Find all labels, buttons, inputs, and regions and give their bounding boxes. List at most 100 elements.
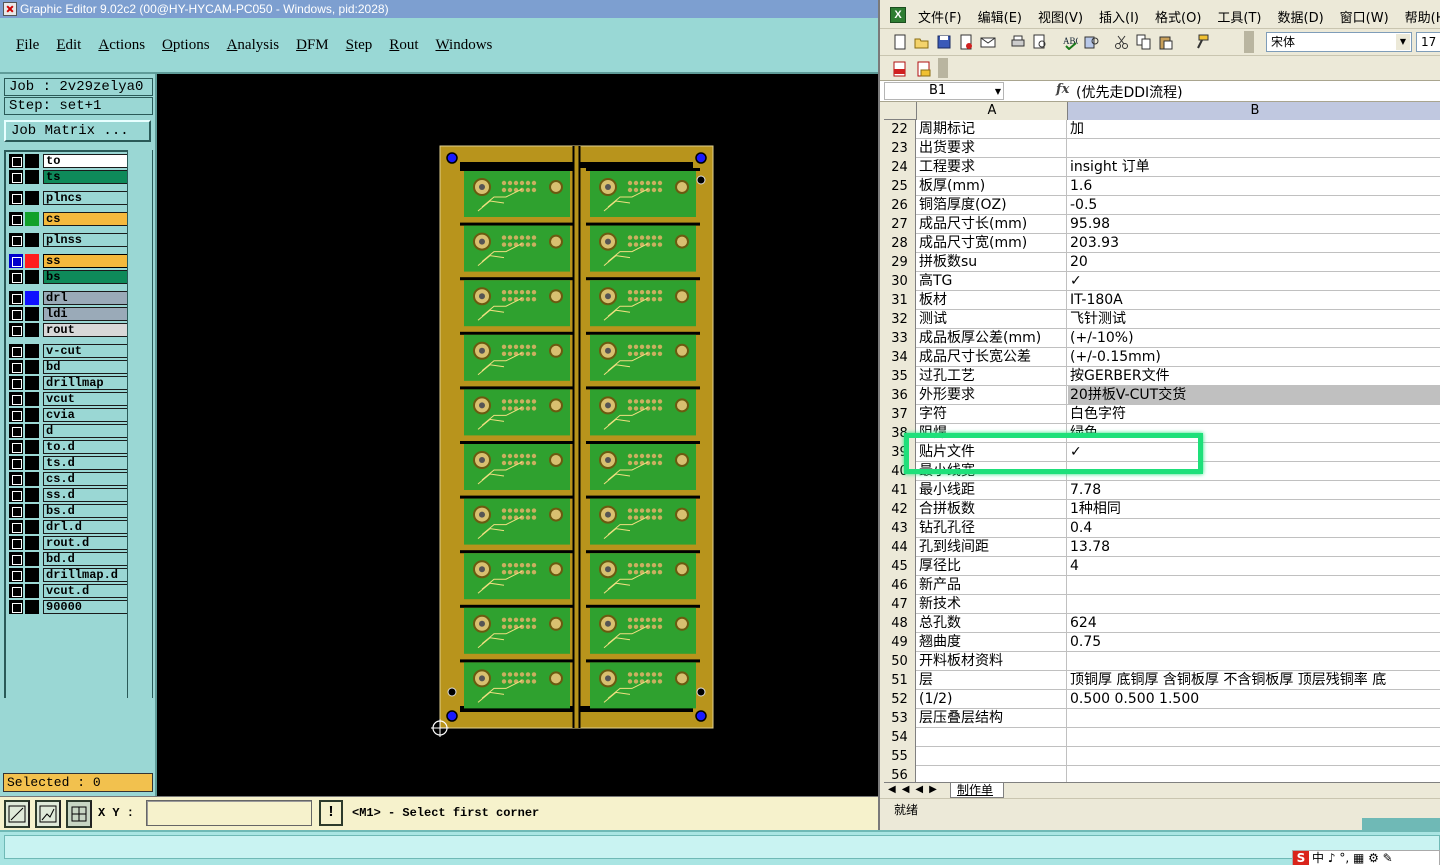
- cell-a[interactable]: 成品尺寸长宽公差: [917, 348, 1067, 367]
- cell-b[interactable]: [1068, 766, 1440, 782]
- layer-checkbox[interactable]: [9, 600, 23, 614]
- cell-b[interactable]: [1068, 139, 1440, 158]
- column-header-b[interactable]: B: [1068, 102, 1440, 120]
- cell-a[interactable]: 总孔数: [917, 614, 1067, 633]
- layer-checkbox[interactable]: [9, 440, 23, 454]
- row-header[interactable]: 31: [884, 291, 916, 310]
- layer-90000[interactable]: 90000: [9, 600, 128, 614]
- cell-b[interactable]: 624: [1068, 614, 1440, 633]
- cut-icon[interactable]: [1114, 34, 1130, 50]
- layer-color-swatch[interactable]: [25, 488, 39, 502]
- select-all-corner[interactable]: [884, 102, 917, 120]
- menu-rout[interactable]: Rout: [389, 37, 435, 54]
- layer-checkbox[interactable]: [9, 191, 23, 205]
- cell-a[interactable]: 字符: [917, 405, 1067, 424]
- toolbar-overflow-handle[interactable]: [1244, 31, 1254, 53]
- graphics-canvas[interactable]: [157, 74, 878, 796]
- copy-icon[interactable]: [1136, 34, 1152, 50]
- row-header[interactable]: 35: [884, 367, 916, 386]
- layer-checkbox[interactable]: [9, 568, 23, 582]
- cell-a[interactable]: 翘曲度: [917, 633, 1067, 652]
- sheet-tab-active[interactable]: 制作单: [950, 783, 1005, 798]
- cell-b[interactable]: IT-180A: [1068, 291, 1440, 310]
- function-icon[interactable]: fx: [1056, 82, 1069, 97]
- layer-checkbox[interactable]: [9, 291, 23, 305]
- row-header[interactable]: 34: [884, 348, 916, 367]
- layer-checkbox[interactable]: [9, 472, 23, 486]
- formula-content[interactable]: (优先走DDI流程): [1076, 82, 1183, 102]
- row-header[interactable]: 52: [884, 690, 916, 709]
- job-matrix-button[interactable]: Job Matrix ...: [4, 120, 151, 142]
- row-header[interactable]: 28: [884, 234, 916, 253]
- cell-a[interactable]: 厚径比: [917, 557, 1067, 576]
- open-icon[interactable]: [914, 34, 930, 50]
- cell-b[interactable]: 白色字符: [1068, 405, 1440, 424]
- layer-checkbox[interactable]: [9, 536, 23, 550]
- print-preview-icon[interactable]: [1032, 34, 1048, 50]
- layer-checkbox[interactable]: [9, 520, 23, 534]
- layer-rout-d[interactable]: rout.d: [9, 536, 128, 550]
- print-icon[interactable]: [1010, 34, 1026, 50]
- layer-checkbox[interactable]: [9, 323, 23, 337]
- cell-b[interactable]: 203.93: [1068, 234, 1440, 253]
- layer-cs-d[interactable]: cs.d: [9, 472, 128, 486]
- layer-ss-d[interactable]: ss.d: [9, 488, 128, 502]
- spelling-icon[interactable]: ABC: [1062, 34, 1078, 50]
- cell-b[interactable]: 0.500 0.500 1.500: [1068, 690, 1440, 709]
- layer-color-swatch[interactable]: [25, 536, 39, 550]
- cell-b[interactable]: 7.78: [1068, 481, 1440, 500]
- layer-vcut[interactable]: vcut: [9, 392, 128, 406]
- row-header[interactable]: 26: [884, 196, 916, 215]
- cell-a[interactable]: 最小线距: [917, 481, 1067, 500]
- row-header[interactable]: 44: [884, 538, 916, 557]
- layer-ts[interactable]: ts: [9, 170, 128, 184]
- sheet-nav-arrows[interactable]: ◀◀◀▶: [888, 784, 943, 795]
- layer-rout[interactable]: rout: [9, 323, 128, 337]
- layer-d[interactable]: d: [9, 424, 128, 438]
- layer-color-swatch[interactable]: [25, 254, 39, 268]
- cell-b[interactable]: -0.5: [1068, 196, 1440, 215]
- layer-color-swatch[interactable]: [25, 360, 39, 374]
- layer-checkbox[interactable]: [9, 154, 23, 168]
- new-icon[interactable]: [892, 34, 908, 50]
- excel-menu-8[interactable]: 帮助(H): [1405, 7, 1440, 26]
- cell-b[interactable]: [1068, 595, 1440, 614]
- row-header[interactable]: 33: [884, 329, 916, 348]
- layer-to-d[interactable]: to.d: [9, 440, 128, 454]
- cell-b[interactable]: [1068, 728, 1440, 747]
- layer-checkbox[interactable]: [9, 344, 23, 358]
- excel-menu-5[interactable]: 工具(T): [1217, 7, 1277, 26]
- layer-checkbox[interactable]: [9, 392, 23, 406]
- pdf-convert-icon[interactable]: [892, 61, 908, 77]
- pdf-toolbar-handle[interactable]: [938, 58, 948, 78]
- cell-a[interactable]: (1/2): [917, 690, 1067, 709]
- cell-b[interactable]: ✓: [1068, 272, 1440, 291]
- name-box[interactable]: B1 ▼: [884, 82, 1004, 100]
- row-header[interactable]: 54: [884, 728, 916, 747]
- excel-menu-0[interactable]: 文件(F): [918, 7, 978, 26]
- layer-color-swatch[interactable]: [25, 584, 39, 598]
- bottom-input-strip[interactable]: [4, 835, 1440, 859]
- layer-checkbox[interactable]: [9, 408, 23, 422]
- cell-b[interactable]: [1068, 652, 1440, 671]
- layer-checkbox[interactable]: [9, 270, 23, 284]
- row-header[interactable]: 45: [884, 557, 916, 576]
- layer-checkbox[interactable]: [9, 424, 23, 438]
- layer-checkbox[interactable]: [9, 170, 23, 184]
- layer-ts-d[interactable]: ts.d: [9, 456, 128, 470]
- cell-b[interactable]: (+/-0.15mm): [1068, 348, 1440, 367]
- cell-a[interactable]: 新产品: [917, 576, 1067, 595]
- row-header[interactable]: 22: [884, 120, 916, 139]
- cell-a[interactable]: 新技术: [917, 595, 1067, 614]
- row-header[interactable]: 55: [884, 747, 916, 766]
- layer-checkbox[interactable]: [9, 233, 23, 247]
- cell-a[interactable]: 测试: [917, 310, 1067, 329]
- cell-a[interactable]: [917, 747, 1067, 766]
- cell-a[interactable]: 拼板数su: [917, 253, 1067, 272]
- layer-color-swatch[interactable]: [25, 424, 39, 438]
- row-header[interactable]: 24: [884, 158, 916, 177]
- layer-checkbox[interactable]: [9, 307, 23, 321]
- layer-color-swatch[interactable]: [25, 568, 39, 582]
- column-header-a[interactable]: A: [917, 102, 1068, 120]
- layer-color-swatch[interactable]: [25, 472, 39, 486]
